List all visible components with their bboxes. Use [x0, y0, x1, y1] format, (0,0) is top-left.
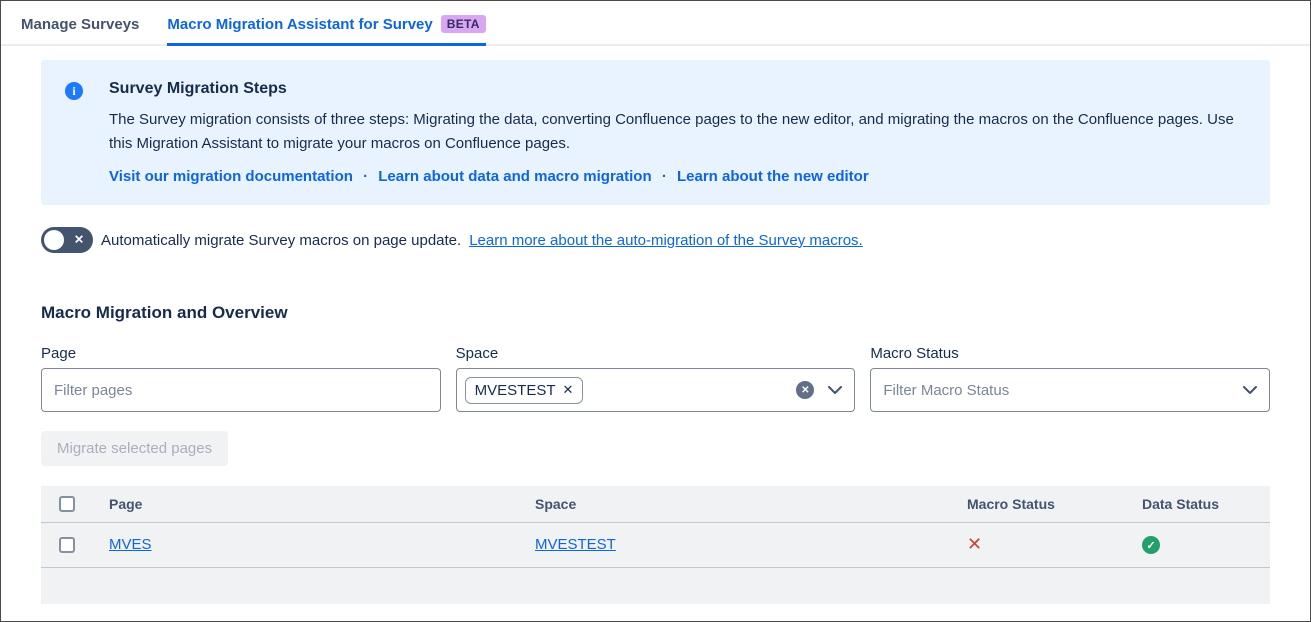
auto-migrate-toggle[interactable]: ✕	[41, 227, 93, 253]
info-panel-title: Survey Migration Steps	[109, 80, 1246, 98]
migration-table: Page Space Macro Status Data Status MVES…	[41, 486, 1270, 604]
link-separator: ·	[662, 168, 667, 185]
space-filter-select[interactable]: MVESTEST ✕ ✕	[456, 368, 856, 412]
column-header-space: Space	[535, 496, 967, 512]
space-link[interactable]: MVESTEST	[535, 536, 616, 553]
table-header-row: Page Space Macro Status Data Status	[41, 486, 1270, 523]
chevron-down-icon[interactable]	[1243, 386, 1257, 394]
new-editor-link[interactable]: Learn about the new editor	[677, 168, 869, 185]
data-macro-migration-link[interactable]: Learn about data and macro migration	[378, 168, 651, 185]
macro-status-filter-select[interactable]: Filter Macro Status	[870, 368, 1270, 412]
space-selected-chip: MVESTEST ✕	[465, 377, 584, 404]
filter-bar: Page Space MVESTEST ✕ ✕	[41, 345, 1270, 412]
section-heading: Macro Migration and Overview	[41, 303, 1270, 323]
info-icon: i	[65, 82, 83, 100]
chevron-down-icon[interactable]	[828, 386, 842, 394]
clear-all-icon[interactable]: ✕	[796, 381, 814, 399]
table-row: MVES MVESTEST ✕ ✓	[41, 523, 1270, 568]
column-header-macro-status: Macro Status	[967, 496, 1142, 512]
macro-status-filter-label: Macro Status	[870, 345, 1270, 362]
chip-remove-icon[interactable]: ✕	[563, 382, 574, 398]
link-separator: ·	[363, 168, 368, 185]
beta-badge: BETA	[441, 15, 486, 33]
row-space-cell: MVESTEST	[535, 536, 967, 554]
tab-manage-surveys[interactable]: Manage Surveys	[21, 16, 139, 46]
tab-manage-surveys-label: Manage Surveys	[21, 16, 139, 33]
macro-status-failed-icon: ✕	[967, 534, 982, 554]
page-filter-field	[41, 368, 441, 412]
survey-migration-info-panel: i Survey Migration Steps The Survey migr…	[41, 60, 1270, 205]
info-panel-body: Survey Migration Steps The Survey migrat…	[109, 80, 1246, 185]
auto-migration-learn-more-link[interactable]: Learn more about the auto-migration of t…	[469, 232, 863, 249]
tab-macro-migration-assistant-label: Macro Migration Assistant for Survey	[167, 16, 432, 33]
header-checkbox-cell	[41, 496, 109, 512]
row-select-checkbox[interactable]	[59, 537, 75, 553]
tab-macro-migration-assistant[interactable]: Macro Migration Assistant for Survey BET…	[167, 15, 485, 46]
row-data-status-cell: ✓	[1142, 536, 1270, 554]
page-filter-group: Page	[41, 345, 441, 412]
column-header-data-status: Data Status	[1142, 496, 1270, 512]
tab-bar: Manage Surveys Macro Migration Assistant…	[1, 1, 1310, 46]
macro-status-filter-group: Macro Status Filter Macro Status	[870, 345, 1270, 412]
page-filter-input[interactable]	[54, 382, 428, 399]
migration-documentation-link[interactable]: Visit our migration documentation	[109, 168, 353, 185]
actions-bar: Migrate selected pages	[41, 431, 1270, 466]
space-filter-label: Space	[456, 345, 856, 362]
space-field-controls: ✕	[796, 381, 842, 399]
page-link[interactable]: MVES	[109, 536, 152, 553]
macro-status-placeholder: Filter Macro Status	[883, 382, 1243, 399]
table-footer-spacer	[41, 568, 1270, 604]
auto-migrate-row: ✕ Automatically migrate Survey macros on…	[41, 227, 1270, 253]
space-chip-label: MVESTEST	[475, 382, 556, 399]
row-macro-status-cell: ✕	[967, 535, 1142, 555]
migrate-selected-pages-button[interactable]: Migrate selected pages	[41, 431, 228, 466]
auto-migrate-label: Automatically migrate Survey macros on p…	[101, 232, 461, 249]
data-status-success-icon: ✓	[1142, 536, 1160, 554]
toggle-off-icon: ✕	[74, 233, 84, 247]
app-window: Manage Surveys Macro Migration Assistant…	[0, 0, 1311, 622]
toggle-knob	[44, 230, 64, 250]
page-filter-label: Page	[41, 345, 441, 362]
row-page-cell: MVES	[109, 536, 535, 554]
row-checkbox-cell	[41, 537, 109, 553]
space-filter-group: Space MVESTEST ✕ ✕	[456, 345, 856, 412]
macro-status-field-controls	[1243, 386, 1257, 394]
column-header-page: Page	[109, 496, 535, 512]
info-panel-text: The Survey migration consists of three s…	[109, 108, 1246, 156]
select-all-checkbox[interactable]	[59, 496, 75, 512]
info-panel-links: Visit our migration documentation · Lear…	[109, 168, 1246, 185]
